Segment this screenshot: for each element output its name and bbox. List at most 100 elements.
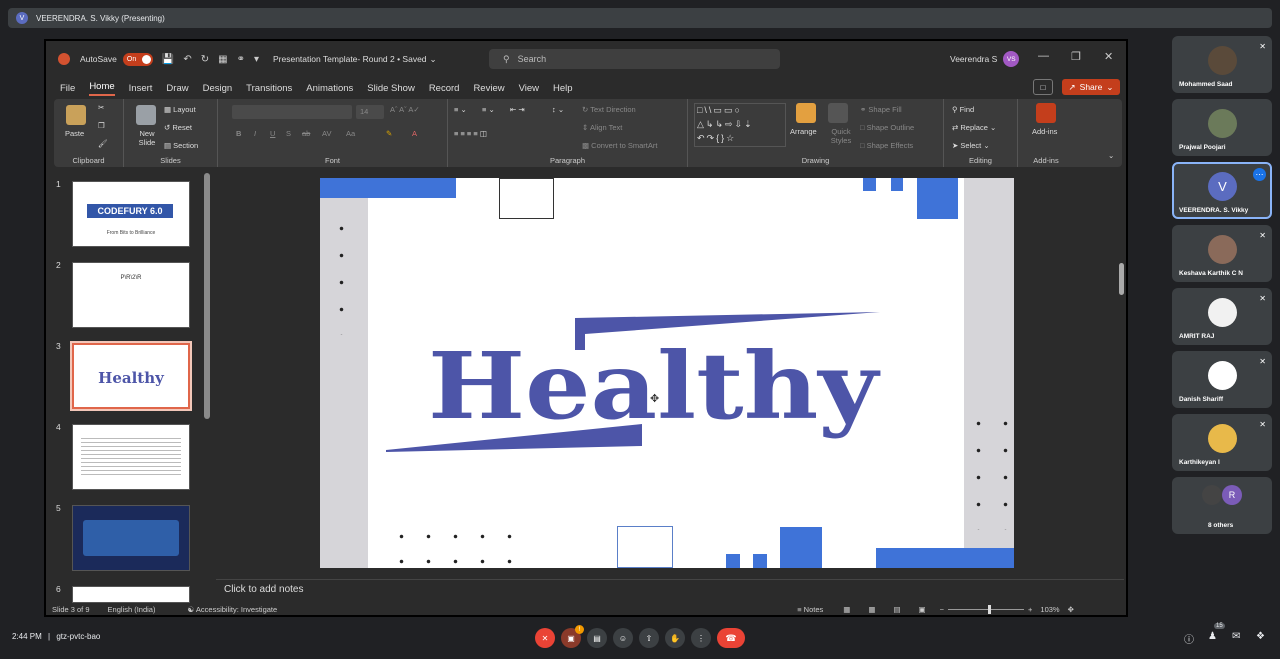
font-size-field[interactable]: 14 — [356, 105, 384, 119]
paste-icon[interactable] — [66, 105, 86, 125]
indent-icon[interactable]: ⇤ ⇥ — [510, 105, 525, 114]
others-tile[interactable]: R 8 others — [1172, 477, 1272, 534]
more-options-icon[interactable]: ⋯ — [1253, 168, 1266, 181]
shapes-row3-icon[interactable]: ↶↷{}☆ — [697, 133, 736, 144]
captions-button[interactable]: ▤ — [587, 628, 607, 648]
search-box[interactable]: ⚲ Search — [489, 49, 780, 69]
tab-review[interactable]: Review — [473, 83, 504, 94]
addins-button[interactable]: Add-ins — [1032, 127, 1057, 136]
italic-icon[interactable]: I — [254, 129, 256, 138]
notes-pane[interactable]: Click to add notes — [216, 579, 1124, 599]
restore-icon[interactable]: ❐ — [1071, 50, 1081, 63]
autosave-toggle[interactable]: On — [122, 52, 153, 66]
paste-button[interactable]: Paste — [65, 129, 84, 138]
highlight-icon[interactable]: ✎ — [386, 129, 392, 138]
current-slide[interactable]: Healthy ✥ — [320, 178, 1014, 568]
quick-styles-icon[interactable] — [828, 103, 848, 123]
find-button[interactable]: ⚲ Find — [952, 105, 974, 114]
tab-slide-show[interactable]: Slide Show — [367, 83, 415, 94]
user-avatar[interactable]: VS — [1003, 51, 1020, 67]
shape-effects-button[interactable]: □ Shape Effects — [860, 141, 913, 150]
shape-fill-button[interactable]: ⚭ Shape Fill — [860, 105, 902, 114]
emoji-button[interactable]: ☺ — [613, 628, 633, 648]
tab-insert[interactable]: Insert — [129, 83, 153, 94]
copy-icon[interactable]: ❐ — [98, 121, 105, 130]
participant-tile[interactable]: ✕ Karthikeyan I — [1172, 414, 1272, 471]
editor-scrollbar[interactable] — [1118, 169, 1126, 569]
font-name-field[interactable] — [232, 105, 352, 119]
fit-slide-icon[interactable]: ✥ — [1068, 605, 1074, 614]
cut-icon[interactable]: ✂ — [98, 103, 104, 112]
chat-icon[interactable]: ✉ — [1232, 631, 1240, 642]
redo-icon[interactable]: ↻ — [201, 54, 209, 65]
tab-design[interactable]: Design — [203, 83, 233, 94]
format-painter-icon[interactable]: 🖌 — [98, 139, 108, 148]
grow-font-icon[interactable]: Aˆ Aˇ A✓ — [390, 105, 420, 114]
customize-toolbar-icon[interactable]: ▾ — [254, 54, 259, 65]
layout-button[interactable]: ▦ Layout — [164, 105, 196, 114]
collapse-ribbon-icon[interactable]: ⌄ — [1108, 151, 1114, 160]
tab-file[interactable]: File — [60, 83, 75, 94]
strikethrough-icon[interactable]: ab — [302, 129, 310, 138]
tab-view[interactable]: View — [519, 83, 539, 94]
new-slide-icon[interactable] — [136, 105, 156, 125]
thumbnail-scrollbar[interactable] — [204, 173, 210, 593]
close-icon[interactable]: ✕ — [1104, 50, 1113, 63]
section-button[interactable]: ▤ Section — [164, 141, 198, 150]
shapes-row2-icon[interactable]: △↳↳⇨⇩⇣ — [697, 119, 754, 130]
font-color-icon[interactable]: A — [412, 129, 417, 138]
text-direction-button[interactable]: ↻ Text Direction — [582, 105, 636, 114]
tab-record[interactable]: Record — [429, 83, 460, 94]
slide-thumbnail-3[interactable]: Healthy — [70, 341, 192, 411]
align-icons[interactable]: ≡ ≡ ≡ ≡ ◫ — [454, 129, 487, 138]
document-title[interactable]: Presentation Template- Round 2 • Saved — [273, 54, 427, 64]
tab-animations[interactable]: Animations — [306, 83, 353, 94]
present-icon[interactable]: ▦ — [218, 54, 227, 65]
comments-button[interactable]: □ — [1033, 79, 1053, 95]
normal-view-icon[interactable]: ▦ — [843, 605, 850, 614]
tab-help[interactable]: Help — [553, 83, 573, 94]
bullets-icon[interactable]: ≡ ⌄ — [454, 105, 467, 114]
shape-outline-button[interactable]: □ Shape Outline — [860, 123, 914, 132]
save-icon[interactable]: 💾 — [162, 54, 174, 65]
line-spacing-icon[interactable]: ↕ ⌄ — [552, 105, 564, 114]
reset-button[interactable]: ↺ Reset — [164, 123, 192, 132]
tab-home[interactable]: Home — [89, 81, 115, 96]
zoom-level[interactable]: 103% — [1040, 605, 1059, 614]
slide-thumbnail-2[interactable]: P\R\2\R — [72, 262, 190, 328]
people-icon[interactable]: ♟ 15 — [1208, 623, 1225, 642]
leave-call-button[interactable]: ☎ — [717, 628, 745, 648]
activities-icon[interactable]: ❖ — [1256, 631, 1265, 642]
language-indicator[interactable]: English (India) — [108, 605, 156, 614]
participant-tile[interactable]: ✕ Keshava Karthik C N — [1172, 225, 1272, 282]
numbering-icon[interactable]: ≡ ⌄ — [482, 105, 495, 114]
info-icon[interactable]: ⓘ — [1184, 631, 1194, 646]
slide-sorter-icon[interactable]: ▦ — [868, 605, 875, 614]
tab-draw[interactable]: Draw — [166, 83, 188, 94]
reading-view-icon[interactable]: ▤ — [893, 605, 900, 614]
slide-thumbnail-4[interactable] — [72, 424, 190, 490]
slide-thumbnail-1[interactable]: CODEFURY 6.0 From Bits to Brilliance — [72, 181, 190, 247]
change-case-icon[interactable]: Aa — [346, 129, 355, 138]
present-button[interactable]: ⇧ — [639, 628, 659, 648]
zoom-slider[interactable] — [948, 604, 1025, 614]
addins-icon[interactable] — [1036, 103, 1056, 123]
more-options-button[interactable]: ⋮ — [691, 628, 711, 648]
camera-toggle-button[interactable]: ▣! — [561, 625, 584, 648]
select-button[interactable]: ➤ Select ⌄ — [952, 141, 990, 150]
align-text-button[interactable]: ⇕ Align Text — [582, 123, 622, 132]
tab-transitions[interactable]: Transitions — [246, 83, 292, 94]
touch-mode-icon[interactable]: ⚭ — [237, 54, 245, 65]
shadow-icon[interactable]: S — [286, 129, 291, 138]
slide-thumbnail-5[interactable] — [72, 505, 190, 571]
participant-tile[interactable]: ✕ Danish Shariff — [1172, 351, 1272, 408]
spacing-icon[interactable]: AV — [322, 129, 331, 138]
participant-tile[interactable]: ✕ Mohammed Saad — [1172, 36, 1272, 93]
participant-tile[interactable]: ✕ AMRIT RAJ — [1172, 288, 1272, 345]
undo-icon[interactable]: ↶ — [183, 54, 191, 65]
mic-toggle-button[interactable]: ✕ — [535, 628, 555, 648]
minimize-icon[interactable]: — — [1038, 50, 1049, 62]
account-area[interactable]: Veerendra S VS — [950, 51, 1020, 67]
participant-tile-active[interactable]: V ⋯ VEERENDRA. S. Vikky — [1172, 162, 1272, 219]
share-button[interactable]: ↗ Share ⌄ — [1062, 79, 1120, 95]
